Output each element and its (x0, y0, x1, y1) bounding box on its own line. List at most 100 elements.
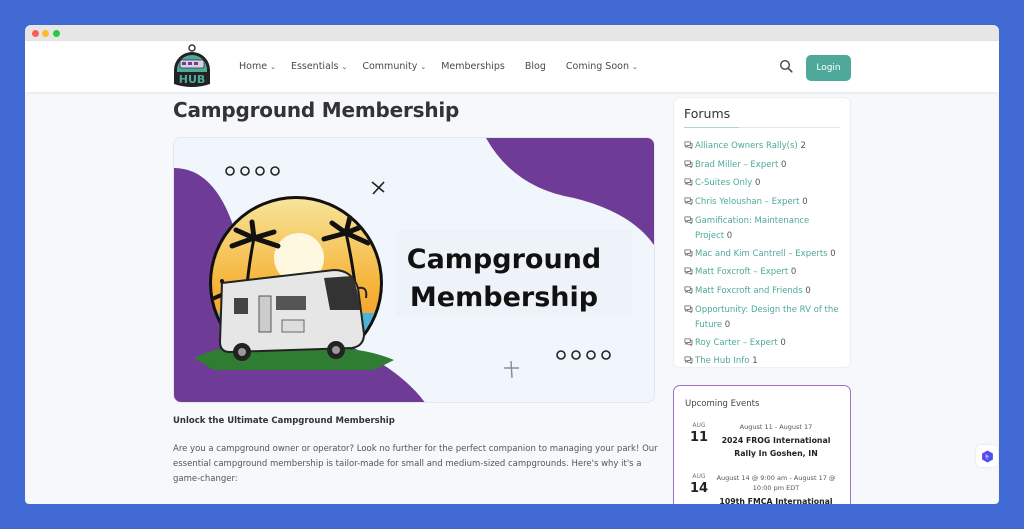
forum-link[interactable]: Chris Yeloushan – Expert (695, 197, 799, 207)
nav-community-label: Community (362, 61, 418, 72)
forum-link[interactable]: Matt Foxcroft and Friends (695, 286, 803, 296)
event-list: AUG 11 August 11 - August 17 2024 FROG Inte… (685, 422, 839, 504)
event-info: August 11 - August 17 2024 FROG Internati… (713, 422, 839, 460)
forum-chat-icon (684, 139, 695, 155)
chevron-down-icon: ⌄ (270, 62, 276, 71)
page-title: Campground Membership (173, 98, 460, 122)
event-time: August 11 - August 17 (739, 423, 813, 431)
forum-topic-count: 0 (781, 159, 787, 170)
intro-heading: Unlock the Ultimate Campground Membershi… (173, 416, 395, 426)
main-nav: Home ⌄ Essentials ⌄ Community ⌄ Memberships… (239, 41, 653, 92)
forum-link[interactable]: C-Suites Only (695, 178, 752, 188)
maximize-window-button[interactable] (53, 30, 60, 37)
divider (684, 127, 840, 128)
forum-link[interactable]: The Hub Info (695, 356, 749, 366)
event-info: August 14 @ 9:00 am - August 17 @ 10:00 … (713, 473, 839, 504)
event-day: 11 (689, 430, 709, 445)
chevron-down-icon: ⌄ (420, 62, 427, 71)
hexagon-icon (981, 449, 993, 463)
hero-title-line2: Membership (410, 282, 598, 313)
forum-chat-icon (684, 195, 695, 211)
nav-blog-label: Blog (524, 61, 546, 72)
forum-topic-count: 0 (755, 178, 761, 189)
forum-chat-icon (684, 158, 695, 174)
forum-list-item: C-Suites Only 0 (684, 176, 840, 192)
nav-memberships-label: Memberships (441, 61, 505, 72)
forum-topic-count: 0 (802, 197, 808, 208)
forums-widget: Forums Alliance Owners Rally(s) 2 Brad Mi… (673, 97, 851, 368)
forum-topic-count: 0 (724, 320, 731, 331)
forum-chat-icon (684, 284, 695, 300)
close-window-button[interactable] (32, 30, 39, 37)
forum-chat-icon (684, 265, 695, 281)
forum-link[interactable]: Mac and Kim Cantrell – Experts (695, 249, 828, 259)
forum-link[interactable]: Gamification: Maintenance Project (695, 216, 809, 241)
forum-list-item: Alliance Owners Rally(s) 2 (684, 139, 840, 155)
nav-home[interactable]: Home ⌄ (239, 61, 276, 72)
chat-widget-button[interactable] (976, 445, 998, 467)
login-button[interactable]: Login (806, 55, 851, 81)
event-month: AUG (692, 473, 706, 480)
nav-coming-soon-label: Coming Soon (565, 61, 629, 72)
event-date: AUG 14 (685, 473, 713, 504)
upcoming-events-widget: Upcoming Events AUG 11 August 11 - August … (673, 385, 851, 504)
forum-link[interactable]: Brad Miller – Expert (695, 160, 778, 170)
intro-paragraph: Are you a campground owner or operator? … (173, 444, 658, 484)
hero-image: Campground Membership (173, 137, 655, 403)
forum-list-item: Brad Miller – Expert 0 (684, 158, 840, 174)
hero-title-line1: Campground (407, 244, 601, 275)
search-icon[interactable] (779, 58, 793, 73)
nav-essentials-label: Essentials (290, 61, 339, 72)
forum-topic-count: 0 (805, 286, 811, 297)
nav-blog[interactable]: Blog (525, 61, 546, 72)
forum-list-item: Gamification: Maintenance Project 0 (684, 214, 840, 245)
forum-chat-icon (684, 247, 695, 263)
window-titlebar (25, 25, 999, 41)
forum-topic-count: 1 (752, 356, 758, 367)
forum-topic-count: 2 (800, 141, 806, 151)
hub-logo[interactable]: HUB (171, 44, 213, 88)
forum-topic-count: 0 (790, 267, 797, 278)
forum-list: Alliance Owners Rally(s) 2 Brad Miller – … (684, 139, 840, 371)
event-month: AUG (692, 422, 706, 429)
event-day: 14 (689, 481, 709, 496)
forum-link[interactable]: Roy Carter – Expert (695, 338, 778, 348)
forum-chat-icon (684, 336, 695, 352)
events-title: Upcoming Events (685, 399, 760, 409)
event-link[interactable]: 109th FMCA International (713, 495, 839, 504)
browser-window: HUB Home ⌄ Essentials ⌄ Community ⌄ Members… (25, 25, 999, 504)
forum-topic-count: 0 (780, 337, 786, 348)
nav-coming-soon[interactable]: Coming Soon ⌄ (566, 61, 638, 72)
minimize-window-button[interactable] (42, 30, 49, 37)
nav-memberships[interactable]: Memberships (441, 61, 505, 72)
forum-list-item: Matt Foxcroft – Expert 0 (684, 265, 840, 281)
forum-list-item: Roy Carter – Expert 0 (684, 336, 840, 352)
forums-title: Forums (684, 106, 731, 121)
site-header: HUB Home ⌄ Essentials ⌄ Community ⌄ Members… (25, 41, 999, 92)
forum-chat-icon (684, 303, 695, 334)
forum-list-item: Chris Yeloushan – Expert 0 (684, 195, 840, 211)
forum-list-item: Opportunity: Design the RV of the Future… (684, 303, 840, 334)
event-time: August 14 @ 9:00 am - August 17 @ 10:00 … (716, 474, 836, 492)
nav-home-label: Home (239, 61, 268, 72)
forum-list-item: The Hub Info 1 (684, 354, 840, 370)
event-date: AUG 11 (685, 422, 713, 460)
forum-chat-icon (684, 176, 695, 192)
forum-link[interactable]: Alliance Owners Rally(s) (695, 141, 798, 151)
forum-topic-count: 0 (726, 231, 733, 242)
forum-topic-count: 0 (830, 248, 836, 259)
chevron-down-icon: ⌄ (631, 62, 638, 71)
svg-text:HUB: HUB (179, 73, 206, 86)
event-item: AUG 14 August 14 @ 9:00 am - August 17 @ 1… (685, 473, 839, 504)
forum-chat-icon (684, 354, 695, 370)
forum-link[interactable]: Matt Foxcroft – Expert (695, 267, 788, 277)
forum-link[interactable]: Opportunity: Design the RV of the Future (695, 305, 838, 330)
nav-essentials[interactable]: Essentials ⌄ (291, 61, 347, 72)
forum-list-item: Matt Foxcroft and Friends 0 (684, 284, 840, 300)
chevron-down-icon: ⌄ (341, 62, 348, 71)
forum-chat-icon (684, 214, 695, 245)
event-link[interactable]: 2024 FROG International Rally In Goshen,… (713, 434, 839, 460)
event-item: AUG 11 August 11 - August 17 2024 FROG Inte… (685, 422, 839, 460)
forum-list-item: Mac and Kim Cantrell – Experts 0 (684, 247, 840, 263)
nav-community[interactable]: Community ⌄ (362, 61, 426, 72)
